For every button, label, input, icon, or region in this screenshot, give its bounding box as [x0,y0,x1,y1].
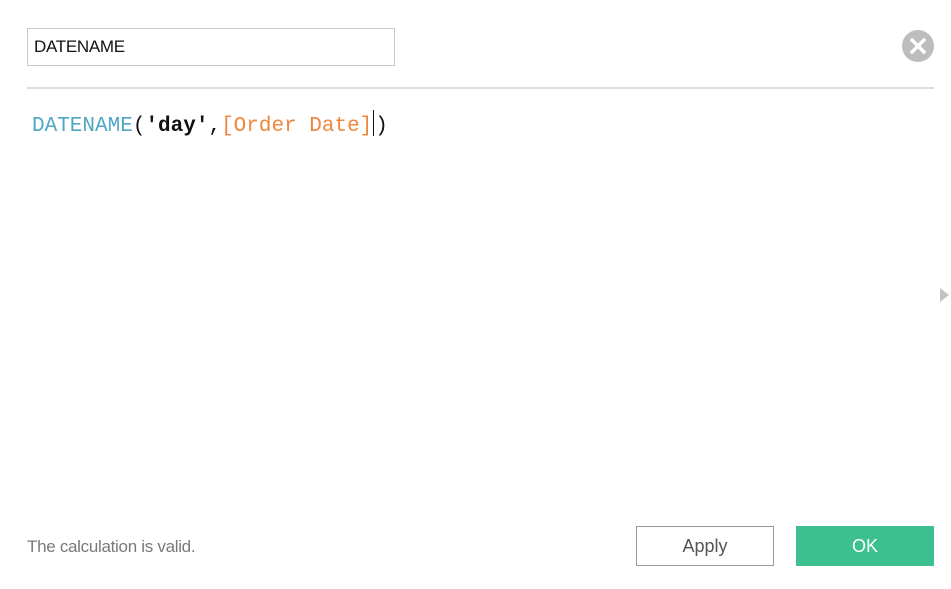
formula-close-paren: ) [375,115,388,138]
close-button[interactable] [902,30,934,62]
formula-function-token: DATENAME [32,115,133,138]
formula-comma: , [208,115,222,138]
calculation-name-input[interactable] [27,28,395,66]
ok-button[interactable]: OK [796,526,934,566]
expand-panel-arrow-icon[interactable] [940,288,949,302]
close-icon [910,38,926,54]
formula-string-argument: 'day' [145,115,209,138]
validation-status-text: The calculation is valid. [27,537,196,556]
formula-field-reference: [Order Date] [221,115,373,138]
formula-editor[interactable]: DATENAME('day',[Order Date]) [27,100,932,500]
apply-button[interactable]: Apply [636,526,774,566]
formula-open-paren: ( [132,115,146,138]
calculation-editor-dialog: DATENAME('day',[Order Date]) The calcula… [0,0,951,589]
header-divider [27,87,934,89]
